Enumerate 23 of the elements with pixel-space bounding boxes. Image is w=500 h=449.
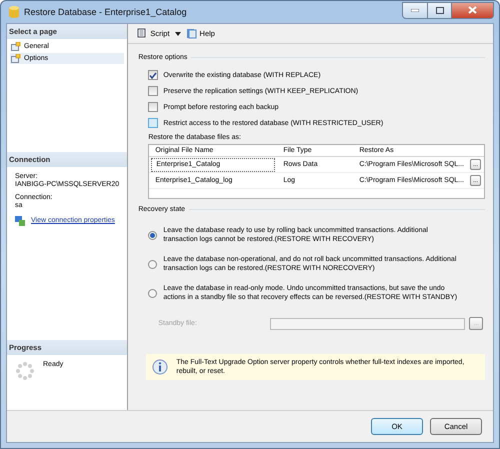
close-icon bbox=[468, 6, 477, 14]
close-button[interactable] bbox=[451, 2, 494, 18]
minimize-button[interactable] bbox=[402, 2, 428, 18]
maximize-button[interactable] bbox=[427, 2, 452, 18]
radio-button[interactable] bbox=[148, 230, 158, 240]
spinner-icon bbox=[15, 361, 35, 381]
page-icon bbox=[11, 54, 21, 63]
page-icon bbox=[11, 42, 21, 51]
radio-button[interactable] bbox=[148, 288, 158, 298]
help-icon bbox=[186, 28, 197, 39]
check-icon bbox=[149, 72, 158, 78]
script-icon bbox=[136, 28, 148, 39]
checkbox[interactable] bbox=[148, 70, 158, 80]
caret-icon[interactable] bbox=[174, 32, 181, 36]
checkbox[interactable] bbox=[148, 86, 158, 96]
window-title: Restore Database - Enterprise1_Catalog bbox=[24, 7, 188, 17]
radio-button[interactable] bbox=[148, 260, 158, 268]
connection-icon bbox=[15, 216, 25, 226]
info-icon bbox=[152, 359, 168, 375]
minimize-icon bbox=[411, 8, 419, 12]
database-icon bbox=[9, 6, 19, 18]
maximize-icon bbox=[436, 6, 444, 14]
checkbox[interactable] bbox=[148, 102, 158, 112]
